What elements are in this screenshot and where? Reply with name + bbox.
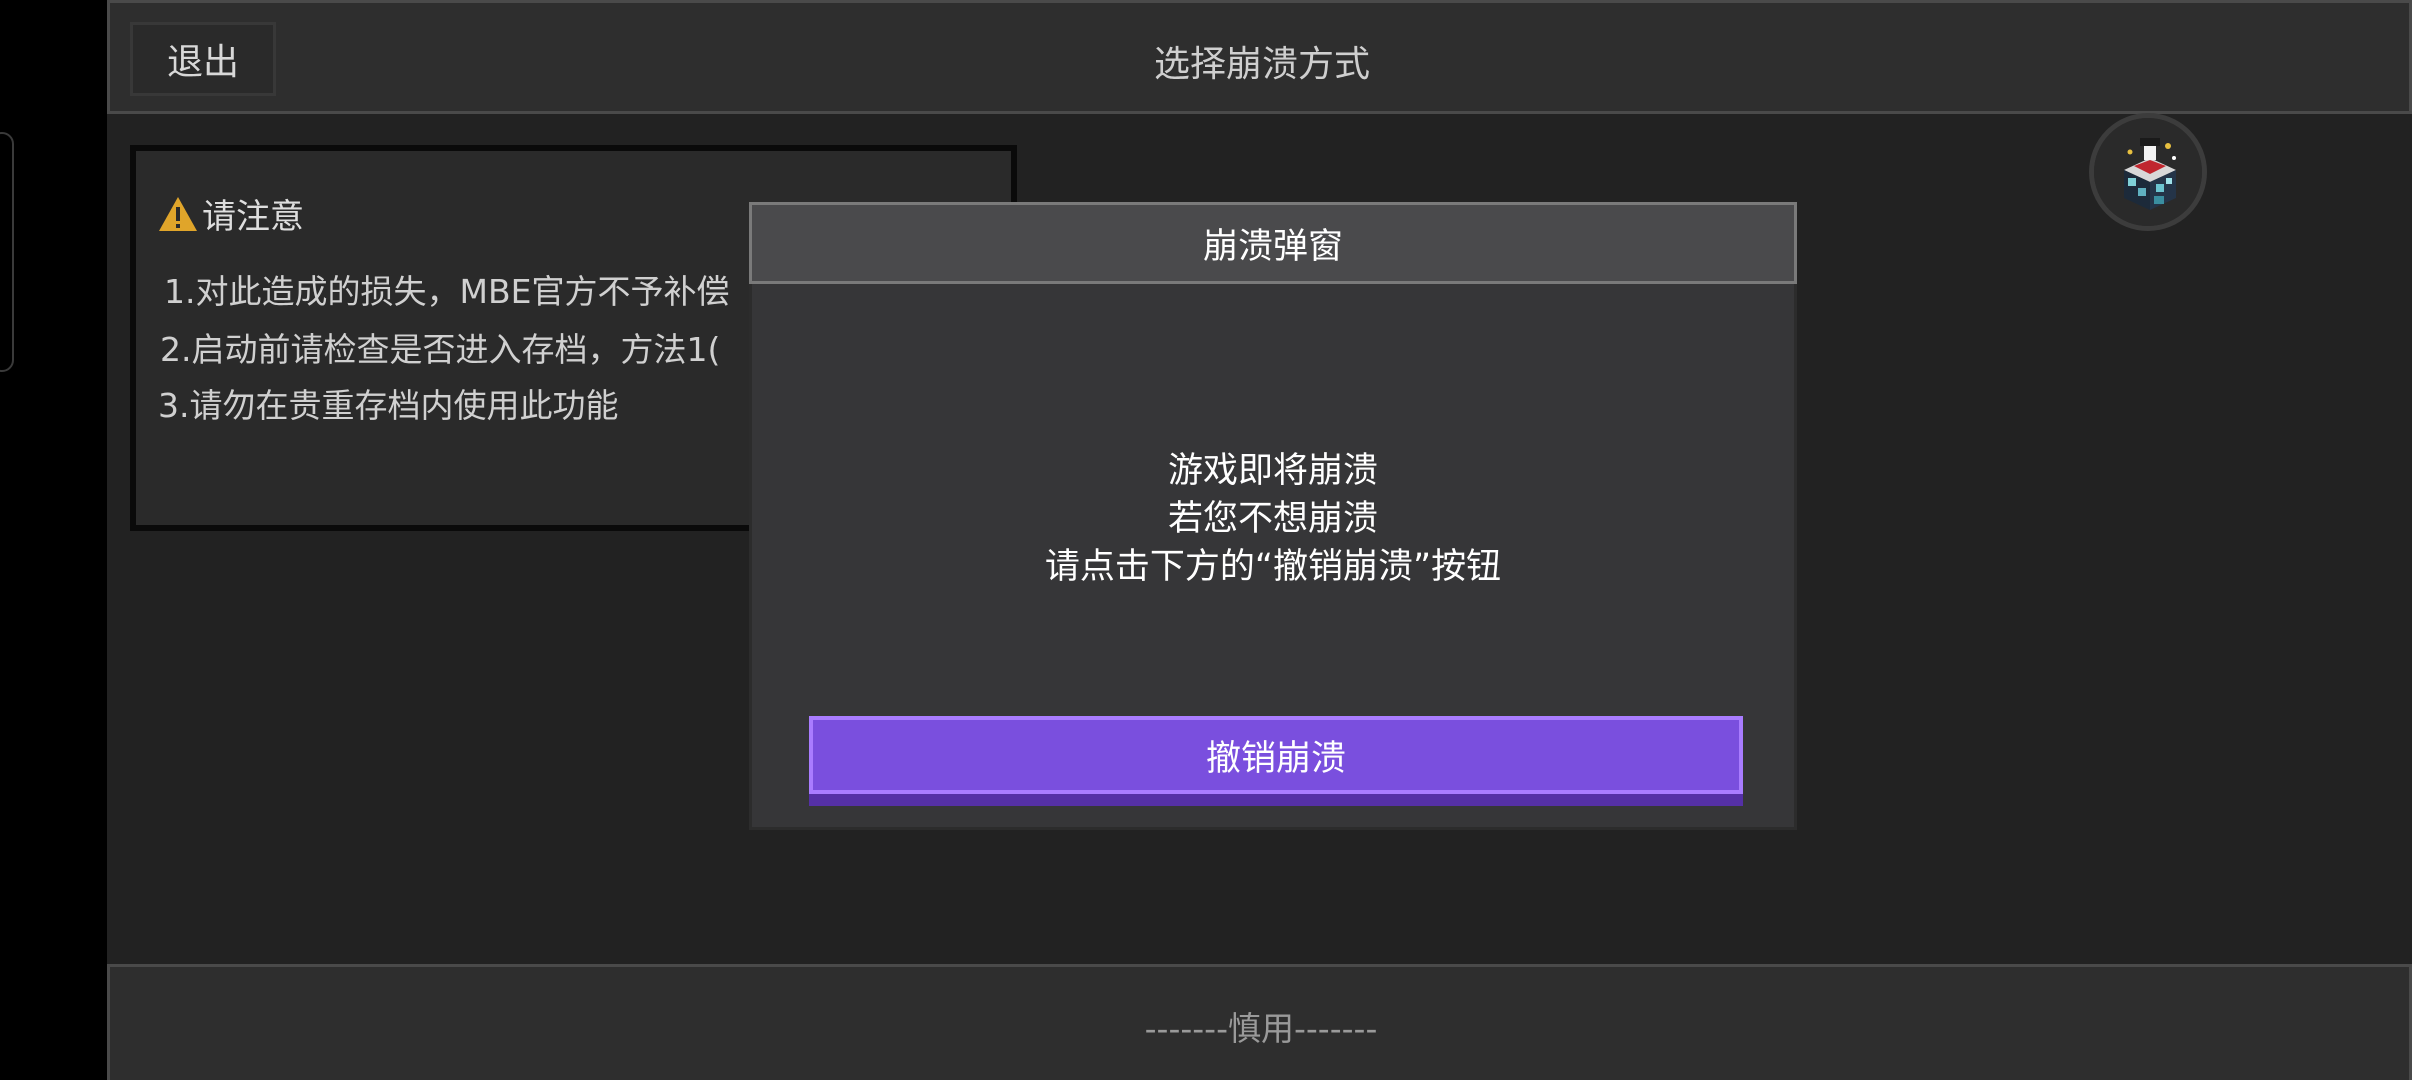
notice-title: 请注意: [202, 197, 304, 237]
dialog-message: 游戏即将崩溃 若您不想崩溃 请点击下方的“撤销崩溃”按钮: [752, 447, 1794, 591]
notice-line: 1.对此造成的损失，MBE官方不予补偿: [164, 272, 730, 311]
dialog-message-line: 若您不想崩溃: [1167, 499, 1378, 539]
cancel-crash-button-label[interactable]: 撤销崩溃: [809, 716, 1743, 794]
edge-gesture-handle[interactable]: [0, 132, 14, 372]
bottom-caution-label: -------慎用-------: [1144, 1009, 1378, 1048]
cancel-crash-button-shadow: [809, 794, 1743, 806]
notice-line: 2.启动前请检查是否进入存档，方法1(: [160, 330, 721, 369]
dialog-message-line: 请点击下方的“撤销崩溃”按钮: [1044, 547, 1502, 587]
cancel-crash-button[interactable]: 撤销崩溃: [809, 716, 1743, 806]
avatar[interactable]: [2089, 113, 2207, 231]
dialog-title: 崩溃弹窗: [1202, 226, 1343, 267]
screen: 退出 选择崩溃方式 请注意 1.对此造成的损失，MBE官方不予补偿 2.启动前请…: [0, 0, 2412, 1080]
avatar-icon: [2094, 118, 2202, 226]
page-title: 选择崩溃方式: [1153, 44, 1371, 85]
exit-button[interactable]: 退出: [130, 22, 276, 96]
notice-header: 请注意: [158, 189, 304, 238]
bottom-bar: -------慎用-------: [107, 964, 2412, 1080]
crash-dialog: 崩溃弹窗 游戏即将崩溃 若您不想崩溃 请点击下方的“撤销崩溃”按钮 撤销崩溃: [749, 202, 1797, 830]
dialog-message-line: 游戏即将崩溃: [1167, 451, 1378, 491]
top-bar: 退出 选择崩溃方式: [107, 0, 2412, 114]
dialog-header: 崩溃弹窗: [749, 202, 1797, 284]
notice-line: 3.请勿在贵重存档内使用此功能: [158, 386, 619, 425]
warning-icon: [159, 196, 197, 231]
